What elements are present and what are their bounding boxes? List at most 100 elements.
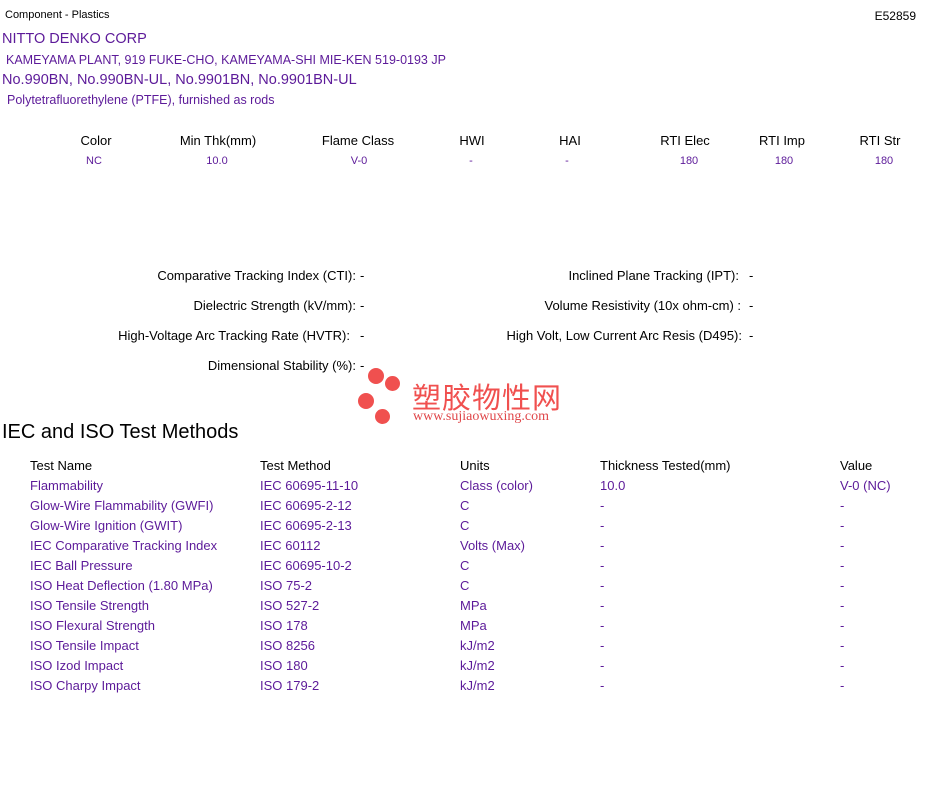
- thickness-cell: -: [600, 678, 605, 693]
- watermark-dot: [385, 376, 400, 391]
- watermark-dot: [368, 368, 384, 384]
- test-method-cell: ISO 527-2: [260, 598, 320, 613]
- volume-resistivity-label: Volume Resistivity (10x ohm-cm) :: [544, 298, 742, 313]
- prop-header-rti-imp: RTI Imp: [759, 133, 805, 148]
- prop-header-min-thk: Min Thk(mm): [179, 133, 257, 148]
- units-cell: kJ/m2: [460, 658, 495, 673]
- column-header-units: Units: [460, 458, 490, 473]
- value-cell: -: [840, 518, 845, 533]
- prop-header-hai: HAI: [559, 133, 581, 148]
- value-cell: -: [840, 618, 845, 633]
- column-header-test-name: Test Name: [30, 458, 93, 473]
- ipt-label: Inclined Plane Tracking (IPT):: [568, 268, 739, 283]
- value-cell: -: [840, 598, 845, 613]
- units-cell: Class (color): [460, 478, 533, 493]
- cti-value: -: [360, 268, 365, 283]
- prop-header-hwi: HWI: [459, 133, 485, 148]
- test-name-cell: ISO Heat Deflection (1.80 MPa): [30, 578, 213, 593]
- prop-value-flame-class: V-0: [350, 155, 368, 167]
- watermark-logo: 塑胶物性网 www.sujiaowuxing.com: [356, 366, 596, 428]
- document-category: Component - Plastics: [5, 9, 110, 21]
- value-cell: -: [840, 658, 845, 673]
- thickness-cell: 10.0: [600, 478, 626, 493]
- test-method-cell: IEC 60112: [260, 538, 321, 553]
- watermark-url: www.sujiaowuxing.com: [413, 409, 549, 424]
- dimensional-stability-label: Dimensional Stability (%):: [207, 358, 356, 373]
- test-name-cell: ISO Tensile Strength: [30, 598, 149, 613]
- test-name-cell: Flammability: [30, 478, 103, 493]
- test-method-cell: ISO 75-2: [260, 578, 313, 593]
- value-cell: V-0 (NC): [840, 478, 891, 493]
- test-name-cell: Glow-Wire Flammability (GWFI): [30, 498, 214, 513]
- volume-resistivity-value: -: [749, 298, 754, 313]
- prop-header-color: Color: [80, 133, 112, 148]
- file-number: E52859: [874, 9, 916, 23]
- test-name-cell: IEC Ball Pressure: [30, 558, 133, 573]
- thickness-cell: -: [600, 558, 605, 573]
- test-method-cell: ISO 8256: [260, 638, 315, 653]
- value-cell: -: [840, 678, 845, 693]
- thickness-cell: -: [600, 518, 605, 533]
- units-cell: C: [460, 578, 470, 593]
- company-name: NITTO DENKO CORP: [2, 31, 147, 47]
- prop-value-min-thk: 10.0: [206, 155, 228, 167]
- test-name-cell: Glow-Wire Ignition (GWIT): [30, 518, 183, 533]
- value-cell: -: [840, 638, 845, 653]
- thickness-cell: -: [600, 658, 605, 673]
- material-description: Polytetrafluorethylene (PTFE), furnished…: [7, 93, 275, 107]
- thickness-cell: -: [600, 638, 605, 653]
- prop-header-rti-elec: RTI Elec: [660, 133, 710, 148]
- test-method-cell: IEC 60695-10-2: [260, 558, 352, 573]
- test-method-cell: IEC 60695-2-12: [260, 498, 352, 513]
- test-name-cell: ISO Izod Impact: [30, 658, 124, 673]
- prop-value-rti-imp: 180: [774, 155, 794, 167]
- prop-header-rti-str: RTI Str: [859, 133, 901, 148]
- column-header-value: Value: [840, 458, 873, 473]
- dielectric-strength-label: Dielectric Strength (kV/mm):: [193, 298, 356, 313]
- units-cell: MPa: [460, 598, 487, 613]
- prop-value-hai: -: [565, 155, 569, 167]
- thickness-cell: -: [600, 598, 605, 613]
- section-title: IEC and ISO Test Methods: [2, 421, 239, 443]
- value-cell: -: [840, 578, 845, 593]
- watermark-dot: [375, 409, 390, 424]
- prop-value-hwi: -: [469, 155, 473, 167]
- ipt-value: -: [749, 268, 754, 283]
- prop-value-color: NC: [86, 155, 102, 167]
- product-numbers: No.990BN, No.990BN-UL, No.9901BN, No.990…: [2, 72, 357, 88]
- units-cell: kJ/m2: [460, 638, 495, 653]
- thickness-cell: -: [600, 498, 605, 513]
- prop-value-rti-elec: 180: [679, 155, 699, 167]
- test-method-cell: IEC 60695-11-10: [260, 478, 359, 493]
- cti-label: Comparative Tracking Index (CTI):: [157, 268, 356, 283]
- prop-value-rti-str: 180: [874, 155, 894, 167]
- test-name-cell: ISO Charpy Impact: [30, 678, 141, 693]
- test-name-cell: ISO Flexural Strength: [30, 618, 155, 633]
- value-cell: -: [840, 498, 845, 513]
- dielectric-strength-value: -: [360, 298, 365, 313]
- test-name-cell: IEC Comparative Tracking Index: [30, 538, 218, 553]
- thickness-cell: -: [600, 618, 605, 633]
- hvtr-label: High-Voltage Arc Tracking Rate (HVTR):: [118, 328, 350, 343]
- test-name-cell: ISO Tensile Impact: [30, 638, 139, 653]
- units-cell: C: [460, 518, 470, 533]
- units-cell: Volts (Max): [460, 538, 526, 553]
- d495-value: -: [749, 328, 754, 343]
- column-header-test-method: Test Method: [260, 458, 331, 473]
- watermark-dot: [358, 393, 374, 409]
- units-cell: C: [460, 558, 470, 573]
- units-cell: kJ/m2: [460, 678, 495, 693]
- d495-label: High Volt, Low Current Arc Resis (D495):: [506, 328, 742, 343]
- units-cell: MPa: [460, 618, 487, 633]
- prop-header-flame-class: Flame Class: [321, 133, 395, 148]
- thickness-cell: -: [600, 538, 605, 553]
- units-cell: C: [460, 498, 470, 513]
- value-cell: -: [840, 538, 845, 553]
- column-header-thickness: Thickness Tested(mm): [600, 458, 731, 473]
- test-method-cell: ISO 180: [260, 658, 308, 673]
- value-cell: -: [840, 558, 845, 573]
- thickness-cell: -: [600, 578, 605, 593]
- company-address: KAMEYAMA PLANT, 919 FUKE-CHO, KAMEYAMA-S…: [6, 53, 446, 67]
- test-method-cell: IEC 60695-2-13: [260, 518, 352, 533]
- test-method-cell: ISO 178: [260, 618, 308, 633]
